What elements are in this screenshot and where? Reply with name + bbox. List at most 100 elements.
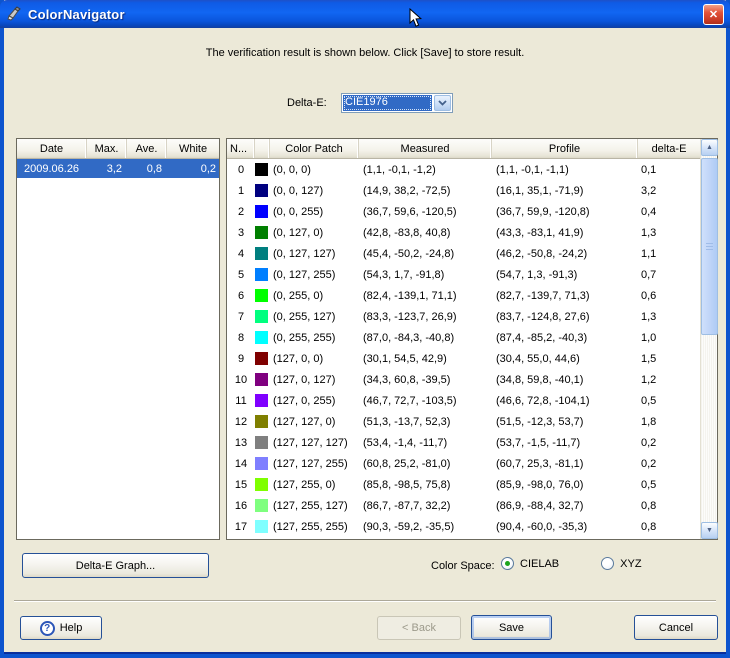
- delta-e-graph-button[interactable]: Delta-E Graph...: [22, 553, 209, 578]
- profile-cell: (86,9, -88,4, 32,7): [492, 500, 638, 512]
- color-swatch: [255, 226, 268, 239]
- colornavigator-window: ColorNavigator ✕ The verification result…: [0, 0, 730, 658]
- result-header-measured[interactable]: Measured: [359, 139, 492, 158]
- chevron-down-icon[interactable]: [434, 95, 451, 111]
- history-header-white[interactable]: White: [167, 139, 219, 158]
- table-row[interactable]: 17(127, 255, 255)(90,3, -59,2, -35,5)(90…: [227, 516, 700, 537]
- color-patch-cell: (127, 0, 0): [270, 353, 359, 365]
- table-row[interactable]: 12(127, 127, 0)(51,3, -13,7, 52,3)(51,5,…: [227, 411, 700, 432]
- table-row[interactable]: 10(127, 0, 127)(34,3, 60,8, -39,5)(34,8,…: [227, 369, 700, 390]
- scroll-down-icon[interactable]: ▼: [701, 522, 718, 539]
- color-patch-cell: (127, 127, 0): [270, 416, 359, 428]
- table-row[interactable]: 0(0, 0, 0)(1,1, -0,1, -1,2)(1,1, -0,1, -…: [227, 159, 700, 180]
- delta-e-cell: 1,1: [638, 248, 700, 260]
- row-number-cell: 15: [227, 479, 255, 491]
- row-number-cell: 6: [227, 290, 255, 302]
- history-header-ave[interactable]: Ave.: [127, 139, 167, 158]
- table-row[interactable]: 9(127, 0, 0)(30,1, 54,5, 42,9)(30,4, 55,…: [227, 348, 700, 369]
- color-swatch-cell: [255, 520, 270, 533]
- color-patch-cell: (0, 255, 127): [270, 311, 359, 323]
- measured-cell: (82,4, -139,1, 71,1): [359, 290, 492, 302]
- table-row[interactable]: 4(0, 127, 127)(45,4, -50,2, -24,8)(46,2,…: [227, 243, 700, 264]
- measured-cell: (46,7, 72,7, -103,5): [359, 395, 492, 407]
- color-swatch: [255, 478, 268, 491]
- delta-e-cell: 1,3: [638, 227, 700, 239]
- color-swatch: [255, 373, 268, 386]
- table-row[interactable]: 1(0, 0, 127)(14,9, 38,2, -72,5)(16,1, 35…: [227, 180, 700, 201]
- radio-selected-icon[interactable]: [501, 557, 514, 570]
- history-list[interactable]: Date Max. Ave. White 2009.06.263,20,80,2: [16, 138, 220, 540]
- history-row-selected[interactable]: 2009.06.263,20,80,2: [17, 159, 219, 178]
- color-patch-cell: (0, 127, 255): [270, 269, 359, 281]
- cancel-button[interactable]: Cancel: [634, 615, 718, 640]
- table-row[interactable]: 3(0, 127, 0)(42,8, -83,8, 40,8)(43,3, -8…: [227, 222, 700, 243]
- table-row[interactable]: 15(127, 255, 0)(85,8, -98,5, 75,8)(85,9,…: [227, 474, 700, 495]
- row-number-cell: 0: [227, 164, 255, 176]
- color-patch-cell: (127, 255, 255): [270, 521, 359, 533]
- back-button[interactable]: < Back: [377, 616, 461, 640]
- history-white-cell: 0,2: [167, 163, 219, 175]
- color-patch-cell: (0, 127, 0): [270, 227, 359, 239]
- app-icon: [6, 6, 23, 23]
- scrollbar-thumb[interactable]: [701, 158, 718, 335]
- result-header-no[interactable]: N...: [227, 139, 255, 158]
- table-row[interactable]: 16(127, 255, 127)(86,7, -87,7, 32,2)(86,…: [227, 495, 700, 516]
- color-patch-cell: (127, 255, 127): [270, 500, 359, 512]
- close-button[interactable]: ✕: [703, 4, 724, 25]
- color-swatch-cell: [255, 226, 270, 239]
- profile-cell: (46,2, -50,8, -24,2): [492, 248, 638, 260]
- color-swatch-cell: [255, 331, 270, 344]
- history-max-cell: 3,2: [87, 163, 127, 175]
- help-icon: ?: [40, 621, 55, 636]
- result-table[interactable]: N... Color Patch Measured Profile delta-…: [226, 138, 718, 540]
- scroll-up-icon[interactable]: ▲: [701, 139, 718, 156]
- color-patch-cell: (0, 0, 255): [270, 206, 359, 218]
- table-row[interactable]: 5(0, 127, 255)(54,3, 1,7, -91,8)(54,7, 1…: [227, 264, 700, 285]
- measured-cell: (53,4, -1,4, -11,7): [359, 437, 492, 449]
- table-row[interactable]: 6(0, 255, 0)(82,4, -139,1, 71,1)(82,7, -…: [227, 285, 700, 306]
- table-row[interactable]: 14(127, 127, 255)(60,8, 25,2, -81,0)(60,…: [227, 453, 700, 474]
- history-ave-cell: 0,8: [127, 163, 167, 175]
- result-header-delta-e[interactable]: delta-E: [638, 139, 700, 158]
- radio-dot: [505, 561, 510, 566]
- history-header-date[interactable]: Date: [17, 139, 87, 158]
- vertical-scrollbar[interactable]: ▲ ▼: [700, 139, 717, 539]
- row-number-cell: 17: [227, 521, 255, 533]
- table-row[interactable]: 7(0, 255, 127)(83,3, -123,7, 26,9)(83,7,…: [227, 306, 700, 327]
- radio-option-cielab[interactable]: CIELAB: [501, 557, 559, 570]
- table-row[interactable]: 8(0, 255, 255)(87,0, -84,3, -40,8)(87,4,…: [227, 327, 700, 348]
- profile-cell: (53,7, -1,5, -11,7): [492, 437, 638, 449]
- measured-cell: (85,8, -98,5, 75,8): [359, 479, 492, 491]
- radio-label: XYZ: [620, 558, 641, 570]
- table-row[interactable]: 13(127, 127, 127)(53,4, -1,4, -11,7)(53,…: [227, 432, 700, 453]
- instruction-text: The verification result is shown below. …: [4, 47, 726, 59]
- measured-cell: (83,3, -123,7, 26,9): [359, 311, 492, 323]
- save-button[interactable]: Save: [471, 615, 552, 640]
- result-header-profile[interactable]: Profile: [492, 139, 638, 158]
- radio-label: CIELAB: [520, 558, 559, 570]
- radio-option-xyz[interactable]: XYZ: [601, 557, 641, 570]
- profile-cell: (90,4, -60,0, -35,3): [492, 521, 638, 533]
- history-header-max[interactable]: Max.: [87, 139, 127, 158]
- result-header-swatch[interactable]: [255, 139, 270, 158]
- color-patch-cell: (127, 127, 127): [270, 437, 359, 449]
- row-number-cell: 5: [227, 269, 255, 281]
- profile-cell: (43,3, -83,1, 41,9): [492, 227, 638, 239]
- table-row[interactable]: 11(127, 0, 255)(46,7, 72,7, -103,5)(46,6…: [227, 390, 700, 411]
- result-header: N... Color Patch Measured Profile delta-…: [227, 139, 717, 159]
- row-number-cell: 7: [227, 311, 255, 323]
- profile-cell: (54,7, 1,3, -91,3): [492, 269, 638, 281]
- delta-e-cell: 0,6: [638, 290, 700, 302]
- color-space-radios: CIELAB XYZ: [501, 557, 642, 570]
- table-row[interactable]: 2(0, 0, 255)(36,7, 59,6, -120,5)(36,7, 5…: [227, 201, 700, 222]
- color-patch-cell: (127, 0, 127): [270, 374, 359, 386]
- row-number-cell: 12: [227, 416, 255, 428]
- title-bar[interactable]: ColorNavigator ✕: [0, 0, 730, 28]
- color-patch-cell: (0, 255, 255): [270, 332, 359, 344]
- delta-e-dropdown[interactable]: CIE1976: [341, 93, 453, 113]
- delta-e-cell: 0,5: [638, 479, 700, 491]
- help-button[interactable]: ? Help: [20, 616, 102, 640]
- result-header-color-patch[interactable]: Color Patch: [270, 139, 359, 158]
- radio-unselected-icon[interactable]: [601, 557, 614, 570]
- color-swatch-cell: [255, 457, 270, 470]
